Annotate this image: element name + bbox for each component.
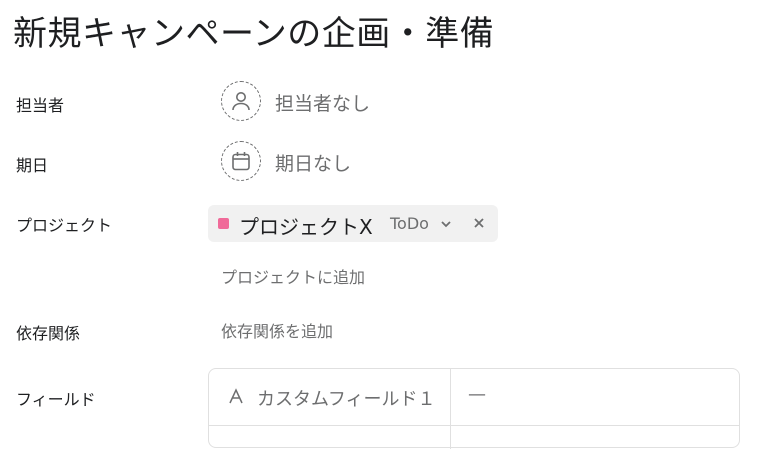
projects-label: プロジェクト [16,216,113,235]
add-dependency-link[interactable]: 依存関係を追加 [221,318,333,342]
project-name[interactable]: プロジェクトX [239,211,373,240]
user-icon [230,90,252,112]
assignee-avatar-button[interactable] [221,81,261,121]
calendar-icon [230,150,252,172]
task-title[interactable]: 新規キャンペーンの企画・準備 [13,6,494,55]
assignee-label: 担当者 [16,96,65,115]
close-icon[interactable] [471,215,487,235]
project-status[interactable]: ToDo [390,214,429,233]
add-to-project-link[interactable]: プロジェクトに追加 [221,264,365,288]
chevron-down-icon[interactable] [439,216,453,235]
custom-field-name: カスタムフィールド１ [257,389,436,410]
due-date-value[interactable]: 期日なし [275,149,351,176]
project-chip[interactable]: プロジェクトX ToDo [208,205,498,242]
due-date-label: 期日 [16,156,49,175]
fields-label: フィールド [16,390,96,409]
custom-fields-table: カスタムフィールド１ — [208,368,740,449]
due-date-button[interactable] [221,141,261,181]
dependencies-label: 依存関係 [16,324,81,343]
row-divider [209,425,739,426]
project-color-swatch [218,218,229,229]
column-divider [450,369,451,449]
text-field-icon [228,388,244,408]
assignee-value[interactable]: 担当者なし [275,89,370,116]
custom-field-value[interactable]: — [468,384,486,405]
